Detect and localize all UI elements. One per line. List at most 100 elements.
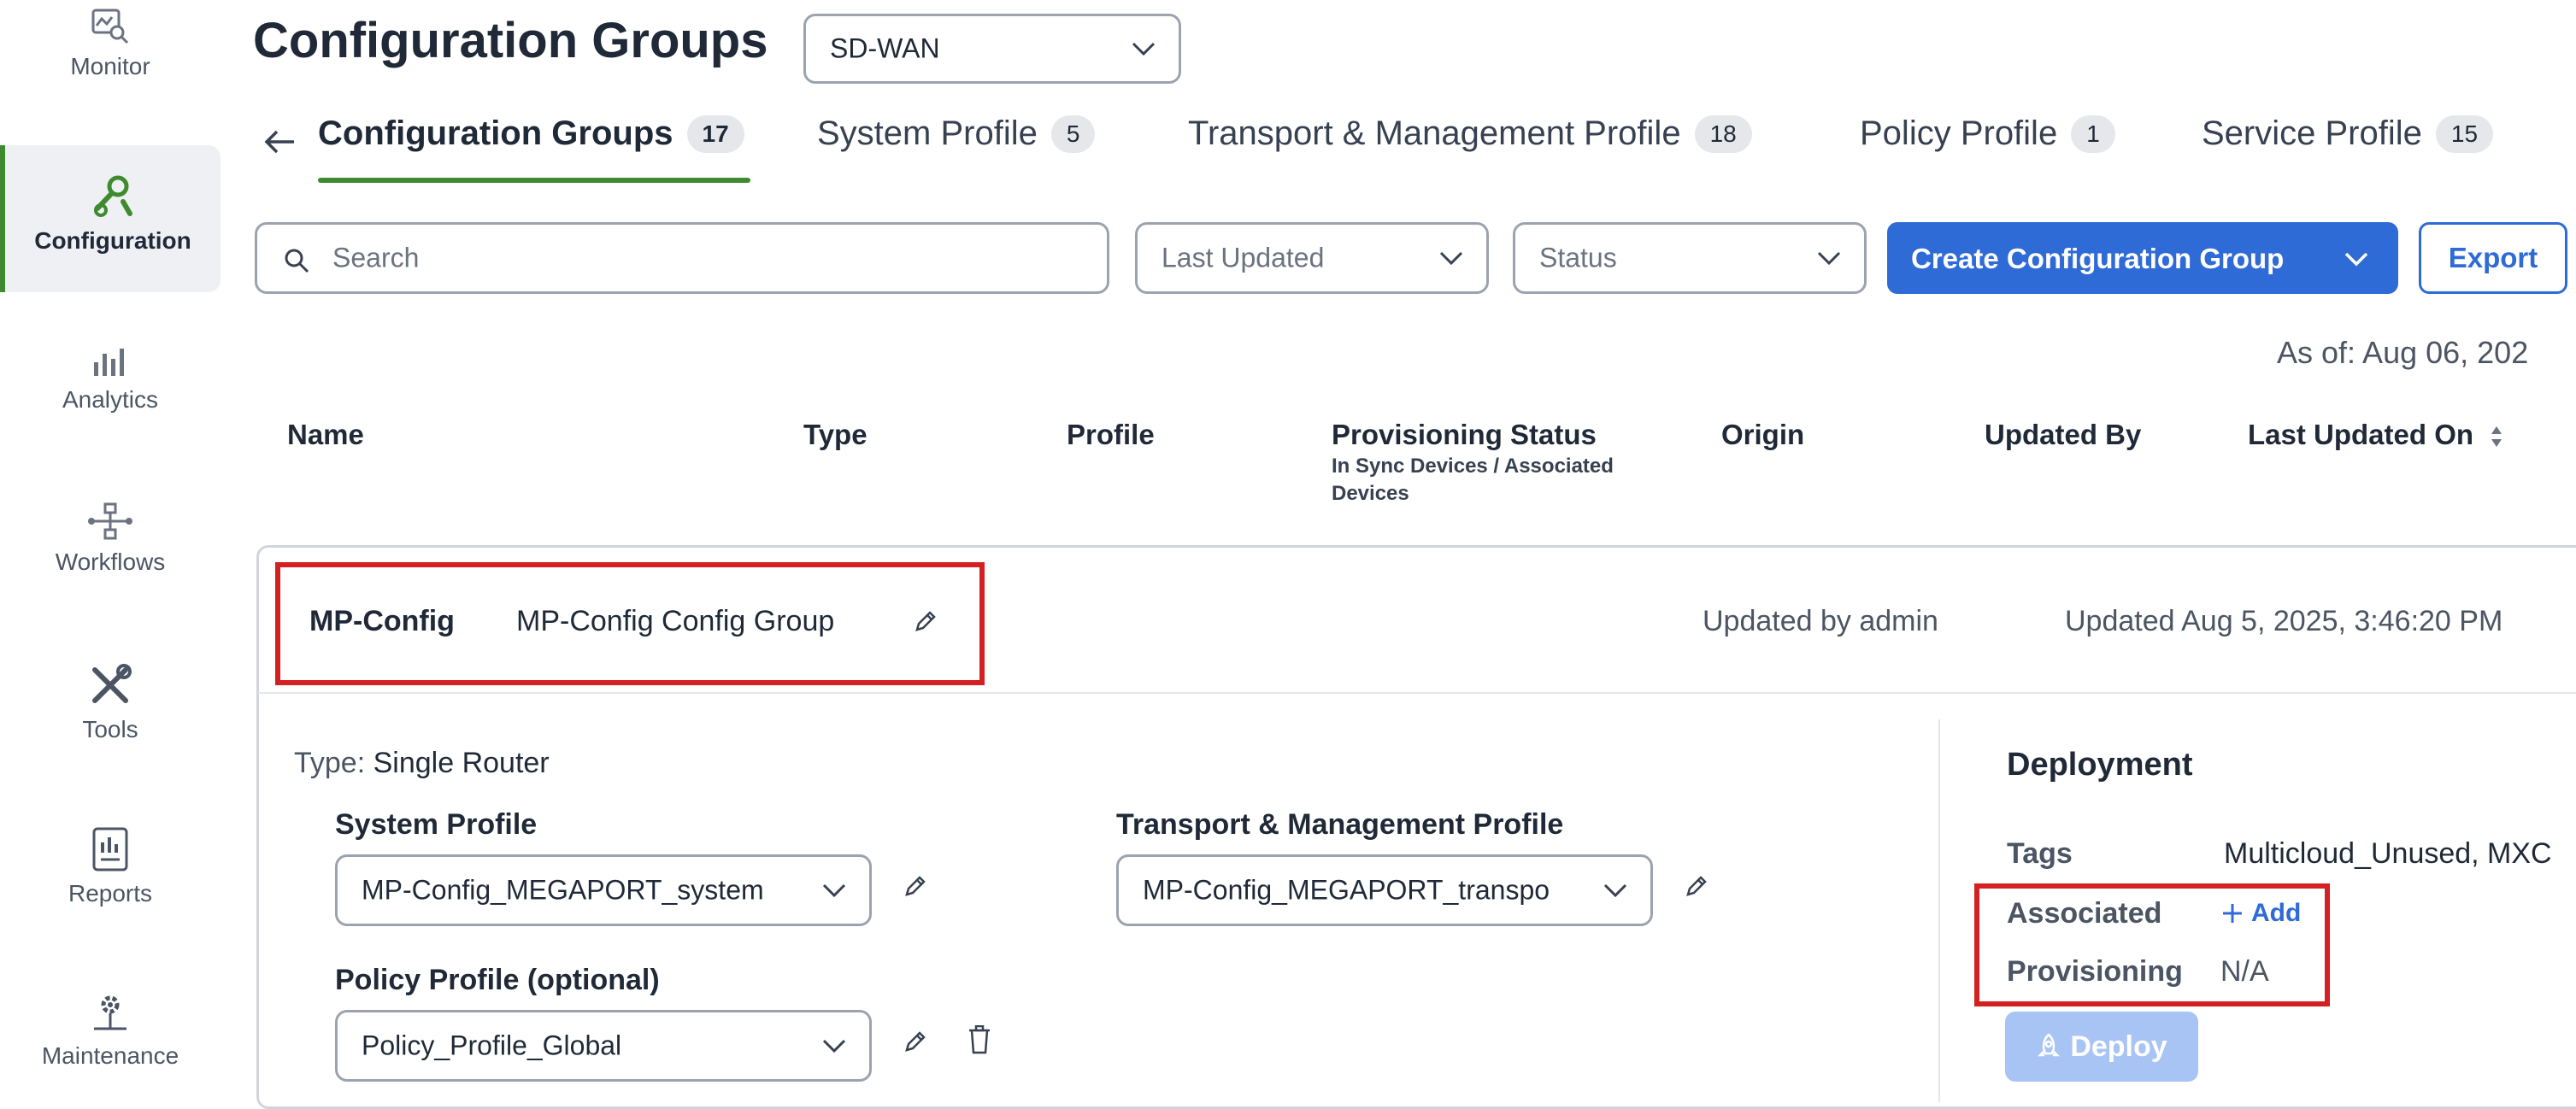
edit-pencil-icon[interactable] xyxy=(903,1029,928,1054)
last-updated-on-label: Last Updated On xyxy=(2248,419,2474,450)
plus-icon xyxy=(2223,904,2242,923)
deploy-button[interactable]: Deploy xyxy=(2005,1012,2198,1082)
sidebar-item-workflows[interactable]: Workflows xyxy=(0,501,221,576)
chevron-down-icon xyxy=(1817,251,1841,266)
policy-profile-value: Policy_Profile_Global xyxy=(362,1030,622,1061)
policy-profile-select[interactable]: Policy_Profile_Global xyxy=(335,1010,872,1082)
chevron-down-icon xyxy=(822,1039,846,1053)
column-header-last-updated-on[interactable]: Last Updated On xyxy=(2248,419,2503,451)
transport-profile-label: Transport & Management Profile xyxy=(1116,808,1564,841)
edit-pencil-icon[interactable] xyxy=(903,873,928,899)
workflow-icon xyxy=(88,502,132,540)
delete-trash-icon[interactable] xyxy=(967,1025,991,1054)
tab-count-badge: 15 xyxy=(2435,114,2494,153)
system-profile-value: MP-Config_MEGAPORT_system xyxy=(362,874,764,906)
system-profile-label: System Profile xyxy=(335,808,538,841)
column-header-origin[interactable]: Origin xyxy=(1721,419,1804,451)
deploy-label: Deploy xyxy=(2070,1030,2167,1063)
chevron-down-icon xyxy=(822,883,846,898)
tab-count-badge: 5 xyxy=(1050,114,1096,153)
page-title: Configuration Groups xyxy=(253,13,768,68)
search-input[interactable]: Search xyxy=(255,222,1109,294)
tab-label: Policy Profile xyxy=(1860,114,2058,152)
policy-profile-label: Policy Profile (optional) xyxy=(335,964,660,996)
chevron-down-icon xyxy=(1439,251,1463,266)
sidebar-item-label: Maintenance xyxy=(41,1042,179,1069)
sidebar-item-label: Analytics xyxy=(62,386,159,413)
card-divider xyxy=(258,692,2576,694)
chevron-down-icon[interactable] xyxy=(2344,251,2369,267)
scope-select[interactable]: SD-WAN xyxy=(803,14,1181,84)
column-header-provisioning-status[interactable]: Provisioning Status In Sync Devices / As… xyxy=(1332,419,1614,509)
sidebar-item-label: Reports xyxy=(68,880,153,907)
column-header-profile[interactable]: Profile xyxy=(1067,419,1155,451)
tab-configuration-groups[interactable]: Configuration Groups 17 xyxy=(318,114,744,153)
rocket-icon xyxy=(2038,1033,2061,1057)
tab-label: Configuration Groups xyxy=(318,114,673,152)
tab-label: Service Profile xyxy=(2202,114,2422,152)
provisioning-status-title: Provisioning Status xyxy=(1332,419,1597,450)
group-name: MP-Config xyxy=(309,605,455,637)
transport-profile-select[interactable]: MP-Config_MEGAPORT_transpo xyxy=(1116,854,1653,926)
column-header-updated-by[interactable]: Updated By xyxy=(1985,419,2141,451)
sidebar-item-label: Monitor xyxy=(70,53,150,79)
sidebar-item-monitor[interactable]: Monitor xyxy=(0,7,221,80)
status-select[interactable]: Status xyxy=(1513,222,1867,294)
chevron-down-icon xyxy=(1132,42,1156,56)
chevron-down-icon xyxy=(1603,883,1627,898)
active-tab-indicator xyxy=(318,178,750,183)
group-updated-on: Updated Aug 5, 2025, 3:46:20 PM xyxy=(2065,605,2503,637)
tab-label: Transport & Management Profile xyxy=(1188,114,1681,152)
tab-transport-management-profile[interactable]: Transport & Management Profile 18 xyxy=(1188,114,1752,153)
export-button[interactable]: Export xyxy=(2419,222,2567,294)
tab-system-profile[interactable]: System Profile 5 xyxy=(817,114,1096,153)
tags-label: Tags xyxy=(2007,837,2073,870)
group-updated-by: Updated by admin xyxy=(1703,605,1938,637)
search-icon xyxy=(285,249,309,273)
tab-service-profile[interactable]: Service Profile 15 xyxy=(2202,114,2494,153)
create-button-label: Create Configuration Group xyxy=(1911,243,2285,274)
add-associated-button[interactable]: Add xyxy=(2220,899,2301,928)
group-description: MP-Config Config Group xyxy=(516,605,835,637)
sidebar-item-analytics[interactable]: Analytics xyxy=(0,345,221,414)
column-header-type[interactable]: Type xyxy=(803,419,867,451)
tab-count-badge: 17 xyxy=(686,114,744,153)
sidebar-item-maintenance[interactable]: Maintenance xyxy=(0,991,221,1070)
sidebar-item-tools[interactable]: Tools xyxy=(0,661,221,743)
tab-policy-profile[interactable]: Policy Profile 1 xyxy=(1860,114,2115,153)
sidebar-item-label: Workflows xyxy=(55,549,166,575)
tab-count-badge: 18 xyxy=(1694,114,1752,153)
search-placeholder: Search xyxy=(332,242,420,273)
maintenance-icon xyxy=(94,995,126,1030)
associated-label: Associated xyxy=(2007,897,2162,930)
sidebar-item-label: Configuration xyxy=(34,227,191,254)
deployment-divider xyxy=(1938,719,1940,1102)
status-label: Status xyxy=(1539,242,1617,273)
provisioning-value: N/A xyxy=(2220,955,2269,988)
sidebar-item-configuration[interactable]: Configuration xyxy=(0,145,221,292)
as-of-timestamp: As of: Aug 06, 202 xyxy=(2277,335,2529,370)
sort-icon[interactable] xyxy=(2490,425,2503,449)
tags-value: Multicloud_Unused, MXC xyxy=(2224,837,2552,870)
monitor-icon xyxy=(91,9,129,44)
last-updated-select[interactable]: Last Updated xyxy=(1135,222,1489,294)
column-header-name[interactable]: Name xyxy=(287,419,364,451)
provisioning-status-subtitle-2: Devices xyxy=(1332,482,1409,505)
transport-profile-value: MP-Config_MEGAPORT_transpo xyxy=(1143,874,1550,906)
sidebar: Monitor Configuration Analytics Workflow… xyxy=(0,0,221,1102)
sidebar-item-reports[interactable]: Reports xyxy=(0,825,221,907)
tab-count-badge: 1 xyxy=(2071,114,2115,153)
edit-pencil-icon[interactable] xyxy=(913,608,938,634)
edit-pencil-icon[interactable] xyxy=(1684,873,1709,899)
export-button-label: Export xyxy=(2448,242,2538,273)
scope-select-value: SD-WAN xyxy=(830,32,940,64)
system-profile-select[interactable]: MP-Config_MEGAPORT_system xyxy=(335,854,872,926)
sidebar-item-label: Tools xyxy=(82,716,138,742)
add-label: Add xyxy=(2251,899,2302,927)
provisioning-label: Provisioning xyxy=(2007,955,2183,988)
create-configuration-group-button[interactable]: Create Configuration Group xyxy=(1887,222,2398,294)
back-arrow-icon[interactable] xyxy=(263,128,297,155)
provisioning-status-subtitle-1: In Sync Devices / Associated xyxy=(1332,455,1614,478)
type-value: Single Router xyxy=(373,747,550,779)
tools-icon xyxy=(92,664,132,703)
